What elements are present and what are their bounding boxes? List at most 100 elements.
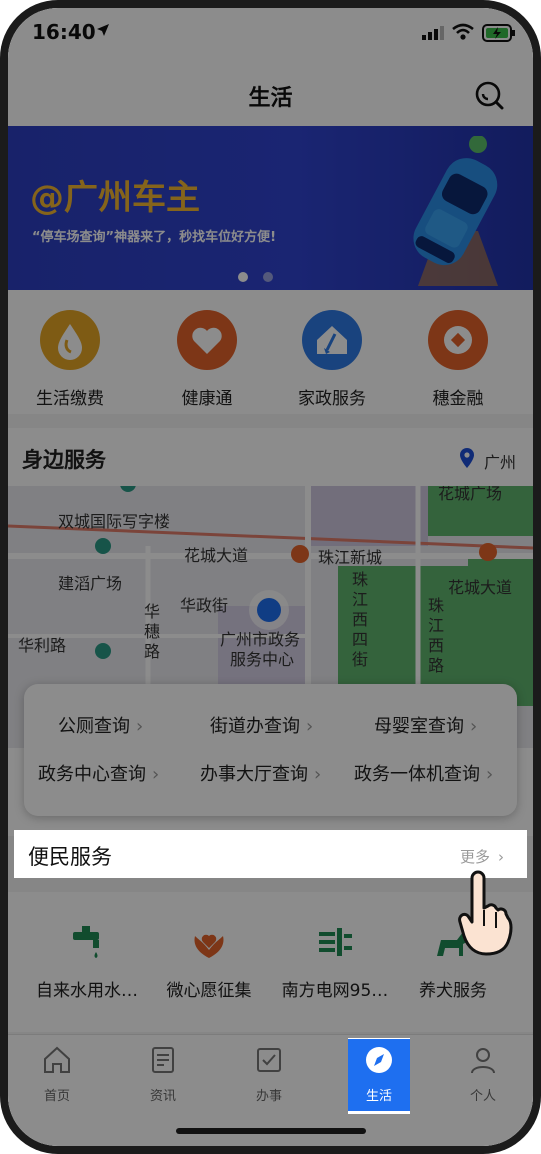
nav-bar: 生活 [8,60,533,126]
convenience-services: 自来水用水… 微心愿征集 南方电网95… 养犬服务 [8,892,533,1032]
query-link-kiosk[interactable]: 政务一体机查询 › [354,760,493,786]
query-link-street-office[interactable]: 街道办查询 › [210,712,313,738]
chevron-right-icon: › [306,716,314,737]
quick-services: 生活缴费 健康通 家政服务 穗金融 [8,290,533,414]
quick-item-label: 生活缴费 [36,389,104,409]
convenience-item-label: 养犬服务 [419,981,487,1001]
status-time: 16:40 [32,20,96,44]
tab-affairs[interactable]: 办事 [234,1045,304,1104]
query-link-label: 公厕查询 [58,716,130,737]
house-broom-icon [302,310,362,370]
chevron-right-icon: › [152,764,160,785]
tab-profile[interactable]: 个人 [448,1045,518,1104]
screen: 16:40 生活 @广州车主 “停车场查询”神器来了，秒找车位好方便! 生活缴费… [8,8,533,1146]
chevron-right-icon: › [314,764,322,785]
query-link-service-hall[interactable]: 办事大厅查询 › [200,760,321,786]
map-label: 花城广场 [438,486,503,503]
quick-item-health[interactable]: 健康通 [147,310,267,409]
query-link-label: 办事大厅查询 [200,764,308,785]
map-label: 华利路 [18,636,67,655]
query-link-label: 街道办查询 [210,716,300,737]
nearby-services: 身边服务 广州 双城国际写字楼 花城大道 珠江新城 花城大道 建滔广场 华政街 … [8,428,533,836]
map-label: 珠江西路 [428,596,445,675]
location-pin-icon[interactable] [460,448,474,468]
coin-icon [428,310,488,370]
map-label: 华穗路 [144,602,161,661]
search-icon[interactable] [474,80,504,110]
tab-news[interactable]: 资讯 [128,1045,198,1104]
convenience-item-wish[interactable]: 微心愿征集 [144,922,274,1001]
map-label: 建滔广场 [58,574,123,593]
map-label: 华政街 [180,596,229,615]
dim-overlay [527,830,533,878]
battery-charging-icon [482,24,515,42]
convenience-item-water[interactable]: 自来水用水… [22,922,152,1001]
carousel-dot[interactable] [263,272,273,282]
faucet-icon [73,926,99,958]
more-label: 更多 [460,848,491,866]
chevron-right-icon: › [486,764,494,785]
more-link[interactable]: 更多 › [460,846,504,867]
section-title: 便民服务 [28,845,112,869]
banner-subtitle: “停车场查询”神器来了，秒找车位好方便! [32,230,277,245]
map-label: 双城国际写字楼 [58,512,171,531]
compass-icon [366,1047,392,1073]
carousel-dot[interactable] [238,272,248,282]
home-indicator [176,1128,366,1134]
city-selector[interactable]: 广州 [484,449,516,473]
lotus-heart-icon [194,934,224,958]
home-icon [44,1046,70,1073]
convenience-item-label: 自来水用水… [36,981,138,1001]
section-title: 身边服务 [22,448,106,472]
checkbox-icon [257,1048,281,1072]
tab-label: 生活 [365,1089,392,1104]
query-link-toilet[interactable]: 公厕查询 › [58,712,143,738]
pointing-hand-icon [458,870,513,956]
quick-item-label: 健康通 [181,389,233,409]
person-icon [471,1048,495,1074]
chevron-right-icon: › [470,716,478,737]
water-drop-icon [40,310,100,370]
tab-label: 办事 [255,1089,282,1104]
tab-home[interactable]: 首页 [22,1045,92,1104]
signal-icon [422,26,444,40]
banner-title: @广州车主 [30,178,200,218]
query-link-label: 母婴室查询 [374,716,464,737]
query-card: 公厕查询 › 街道办查询 › 母婴室查询 › 政务中心查询 › 办事大厅查询 › 政务一体… [24,684,517,816]
convenience-item-label: 南方电网95… [281,981,389,1001]
query-link-label: 政务中心查询 [38,764,146,785]
chevron-right-icon: › [136,716,144,737]
query-link-gov-center[interactable]: 政务中心查询 › [38,760,159,786]
quick-item-label: 家政服务 [298,389,366,409]
tab-label: 资讯 [149,1089,176,1104]
map-label: 珠江新城 [318,548,383,567]
map-label: 花城大道 [184,546,249,565]
wifi-icon [452,23,474,40]
query-link-label: 政务一体机查询 [354,764,480,785]
phone-frame: 16:40 生活 @广州车主 “停车场查询”神器来了，秒找车位好方便! 生活缴费… [0,0,541,1154]
quick-item-finance[interactable]: 穗金融 [398,310,518,409]
map-label: 花城大道 [448,578,513,597]
quick-item-housekeeping[interactable]: 家政服务 [272,310,392,409]
map-label: 服务中心 [230,650,295,669]
car-illustration-icon [413,136,498,286]
tab-life[interactable]: 生活 [348,1039,410,1111]
quick-item-label: 穗金融 [432,389,484,409]
location-arrow-icon [97,24,109,36]
heart-icon [177,310,237,370]
status-bar: 16:40 [8,8,533,60]
carousel-dots [238,267,308,282]
power-grid-icon [319,928,352,956]
tab-label: 首页 [43,1089,70,1104]
quick-item-utilities[interactable]: 生活缴费 [10,310,130,409]
convenience-item-power[interactable]: 南方电网95… [270,922,400,1001]
news-icon [152,1047,174,1073]
convenience-item-label: 微心愿征集 [166,981,252,1001]
query-link-nursing-room[interactable]: 母婴室查询 › [374,712,477,738]
map-label: 珠江西四街 [352,570,369,669]
chevron-right-icon: › [498,848,505,866]
convenience-header[interactable]: 便民服务 更多 › [14,830,527,878]
page-title: 生活 [248,86,293,111]
promo-banner[interactable]: @广州车主 “停车场查询”神器来了，秒找车位好方便! [8,126,533,290]
tab-label: 个人 [469,1089,496,1104]
